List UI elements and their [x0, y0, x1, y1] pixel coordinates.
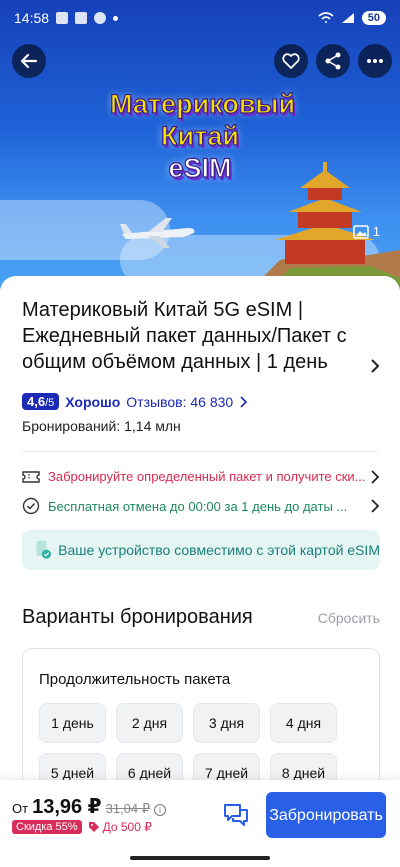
max-discount-text: До 500 ₽ — [102, 820, 152, 834]
photo-count-value: 1 — [372, 224, 380, 239]
hero-banner[interactable]: Материковый Китай eSIM 1 — [0, 0, 400, 290]
hero-title-line-1: Материковый — [109, 88, 296, 119]
book-button[interactable]: Забронировать — [266, 792, 386, 838]
duration-option[interactable]: 4 дня — [270, 703, 337, 743]
duration-option[interactable]: 1 день — [39, 703, 106, 743]
esim-compatibility-banner[interactable]: Ваше устройство совместимо с этой картой… — [22, 530, 380, 570]
discount-badges: Скидка 55% До 500 ₽ — [12, 820, 152, 834]
promo-row[interactable]: Забронируйте определенный пакет и получи… — [22, 469, 380, 484]
compatibility-text: Ваше устройство совместимо с этой картой… — [58, 542, 380, 558]
chat-icon[interactable] — [222, 802, 250, 828]
photo-count[interactable]: 1 — [353, 224, 380, 239]
hero-title-line-2: Китай — [160, 120, 239, 151]
discount-badge: Скидка 55% — [12, 820, 82, 834]
max-discount-badge: До 500 ₽ — [88, 820, 152, 834]
favorite-button[interactable] — [274, 44, 308, 78]
divider — [22, 451, 378, 452]
app-notification-icon — [56, 12, 69, 24]
info-icon[interactable]: i — [154, 804, 167, 816]
device-check-icon — [36, 540, 51, 559]
home-indicator[interactable] — [130, 856, 270, 860]
promo-text: Забронируйте определенный пакет и получи… — [48, 469, 366, 484]
chevron-right-icon — [240, 395, 248, 408]
wifi-icon — [318, 12, 334, 23]
more-icon — [367, 59, 383, 63]
price-from-label: От — [12, 801, 29, 816]
chevron-right-icon — [371, 469, 380, 484]
booking-options-header: Варианты бронирования Сбросить — [22, 606, 380, 629]
back-button[interactable] — [12, 44, 46, 78]
duration-option[interactable]: 2 дня — [116, 703, 183, 743]
rating-badge: 4,6/5 — [22, 393, 60, 410]
more-button[interactable] — [358, 44, 392, 78]
reset-button[interactable]: Сбросить — [318, 610, 380, 626]
ticket-icon — [22, 470, 40, 483]
current-price: 13,96 ₽ — [32, 796, 102, 818]
share-button[interactable] — [316, 44, 350, 78]
share-icon — [325, 52, 341, 70]
bookings-count: Бронирований: 1,14 млн — [22, 418, 181, 434]
price-line: От 13,96 ₽ 31,04 ₽ i — [12, 794, 167, 819]
more-notifications-icon — [113, 15, 119, 21]
hero-title-line-3: eSIM — [168, 152, 232, 183]
airplane-illustration — [120, 218, 195, 248]
back-arrow-icon — [20, 53, 38, 69]
rating-word: Хорошо — [65, 393, 121, 410]
booking-bottom-bar: От 13,96 ₽ 31,04 ₽ i Скидка 55% До 500 ₽… — [0, 780, 400, 867]
booking-options-title: Варианты бронирования — [22, 606, 253, 628]
rating-value: 4,6 — [27, 394, 46, 409]
heart-icon — [282, 53, 300, 69]
chevron-right-icon[interactable] — [370, 358, 380, 374]
rating-scale: /5 — [45, 397, 55, 409]
status-bar: 14:58 50 — [0, 0, 400, 36]
duration-option[interactable]: 3 дня — [193, 703, 260, 743]
product-details-sheet: Материковый Китай 5G eSIM | Ежедневный п… — [0, 276, 400, 867]
status-time: 14:58 — [14, 10, 50, 26]
hero-title: Материковый Китай eSIM — [109, 88, 295, 184]
rating-row[interactable]: 4,6/5 Хорошо Отзывов: 46 830 — [22, 393, 248, 410]
product-title[interactable]: Материковый Китай 5G eSIM | Ежедневный п… — [22, 297, 352, 375]
signal-icon — [341, 13, 354, 23]
reviews-link[interactable]: Отзывов: 46 830 — [126, 394, 233, 410]
app-notification-icon — [75, 12, 88, 24]
old-price: 31,04 ₽ — [105, 801, 151, 816]
image-icon — [353, 224, 369, 239]
battery-indicator: 50 — [361, 11, 386, 25]
cancellation-text: Бесплатная отмена до 00:00 за 1 день до … — [48, 498, 348, 514]
check-circle-icon — [22, 497, 40, 515]
free-cancellation-row[interactable]: Бесплатная отмена до 00:00 за 1 день до … — [22, 497, 380, 515]
package-duration-title: Продолжительность пакета — [39, 671, 231, 688]
tag-icon — [88, 822, 99, 832]
chevron-right-icon — [371, 499, 380, 513]
app-notification-icon — [94, 12, 107, 24]
